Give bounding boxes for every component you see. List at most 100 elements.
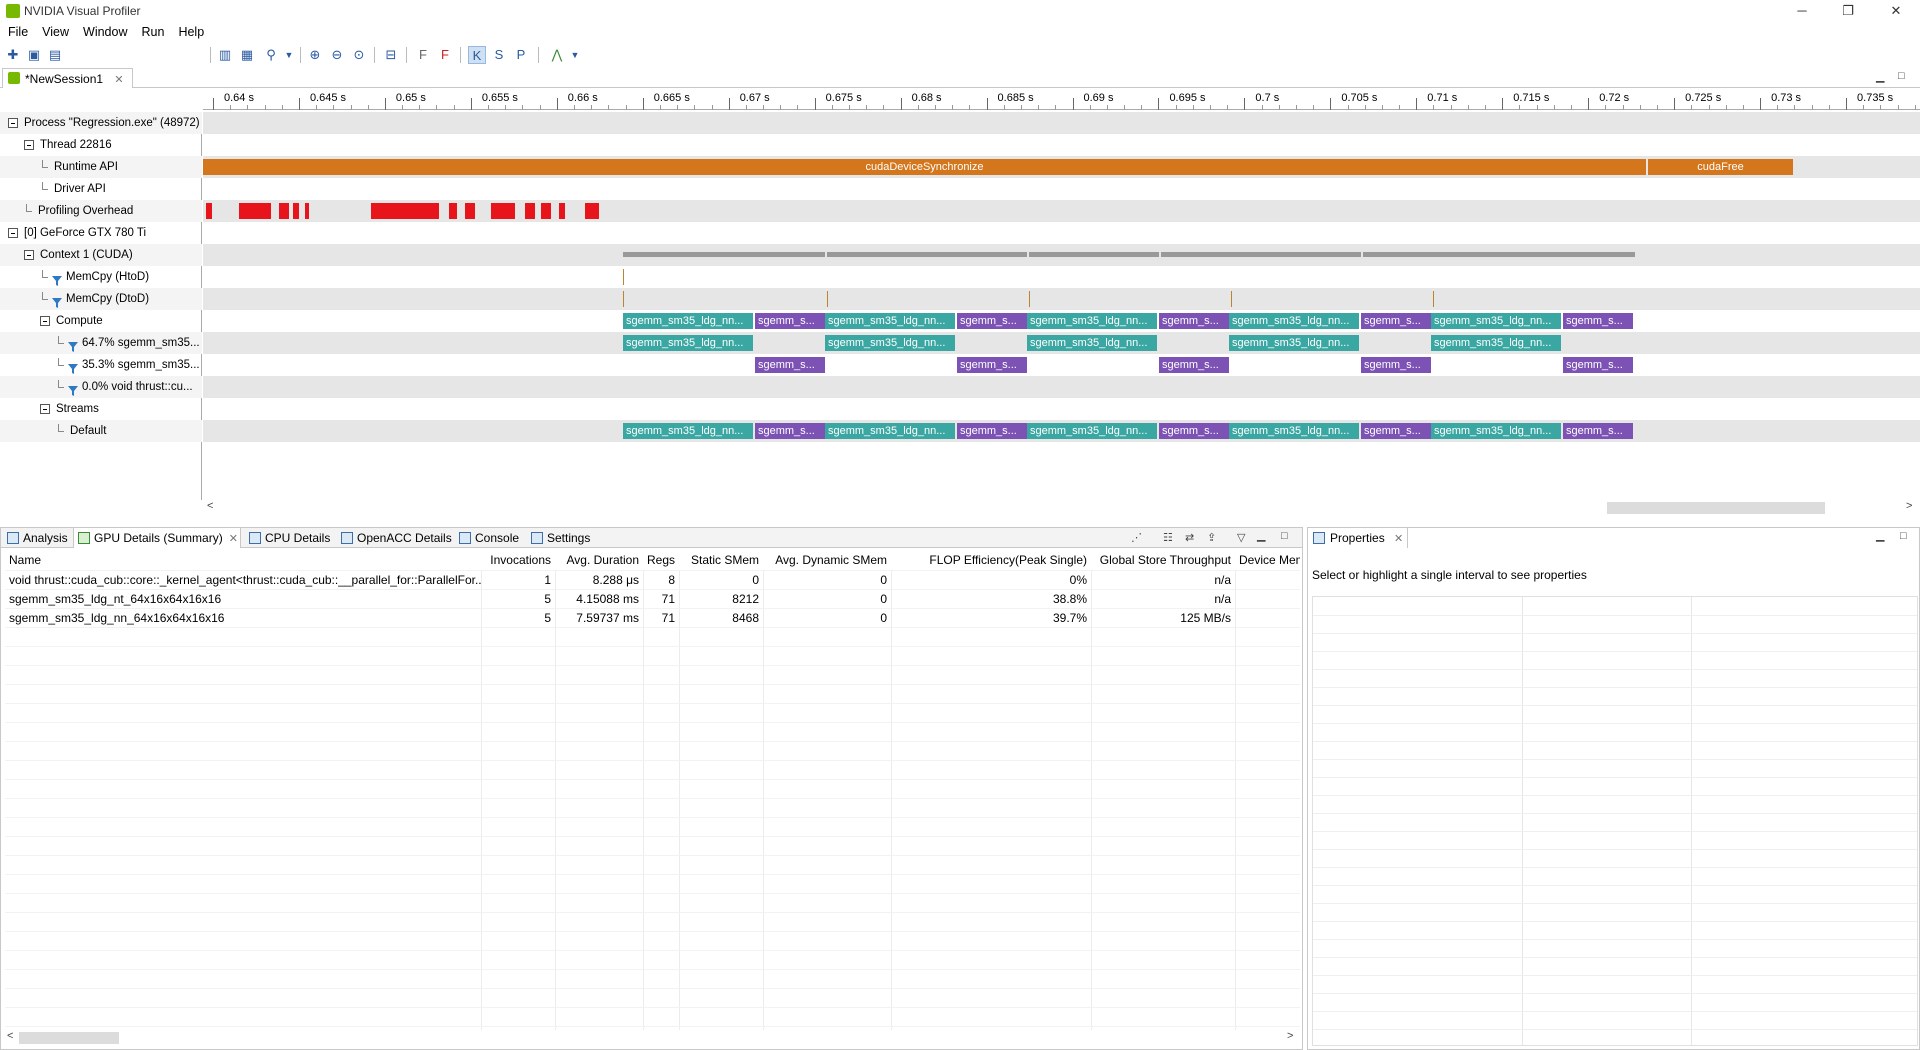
scroll-left-icon[interactable]: <: [7, 1030, 13, 1042]
timeline-row-label[interactable]: Thread 22816: [0, 134, 202, 156]
context-activity-bar[interactable]: [1363, 252, 1635, 257]
profiling-overhead-bar[interactable]: [525, 203, 535, 219]
tab-newsession1[interactable]: *NewSession1 ✕: [2, 68, 133, 88]
kernel-bar-nt[interactable]: sgemm_s...: [1563, 313, 1633, 329]
kernel-bar-nt[interactable]: sgemm_s...: [755, 423, 825, 439]
menu-help[interactable]: Help: [171, 23, 211, 41]
memcpy-marker[interactable]: [623, 269, 624, 285]
kernel-bar-nn[interactable]: sgemm_sm35_ldg_nn...: [1431, 335, 1561, 351]
new-session-icon[interactable]: ✚: [4, 46, 22, 64]
layout-icon[interactable]: ☷: [1163, 531, 1173, 544]
kernel-bar-nt[interactable]: sgemm_s...: [1159, 313, 1229, 329]
search-icon[interactable]: ⚲: [262, 46, 280, 64]
save-all-icon[interactable]: ▤: [46, 46, 64, 64]
kernel-bar-nn[interactable]: sgemm_sm35_ldg_nn...: [623, 313, 753, 329]
timeline-row-label[interactable]: MemCpy (HtoD): [0, 266, 202, 288]
filter-icon[interactable]: [52, 294, 62, 308]
collapse-toggle-icon[interactable]: [8, 118, 18, 128]
menu-view[interactable]: View: [35, 23, 76, 41]
kernel-bar-nn[interactable]: sgemm_sm35_ldg_nn...: [623, 423, 753, 439]
context-activity-bar[interactable]: [1029, 252, 1159, 257]
close-icon[interactable]: ✕: [1394, 529, 1403, 549]
profiling-overhead-bar[interactable]: [279, 203, 289, 219]
close-icon[interactable]: ✕: [114, 73, 123, 86]
profiling-overhead-bar[interactable]: [541, 203, 551, 219]
collapse-toggle-icon[interactable]: [8, 228, 18, 238]
cudadevicesynchronize-bar[interactable]: cudaDeviceSynchronize: [203, 159, 1646, 175]
profiling-overhead-bar[interactable]: [293, 203, 299, 219]
col-global-store-throughput[interactable]: Global Store Throughput: [1091, 550, 1235, 570]
tab-cpu-details[interactable]: CPU Details: [245, 528, 333, 548]
maximize-panel-icon[interactable]: □: [1898, 70, 1905, 82]
kernel-bar-nn[interactable]: sgemm_sm35_ldg_nn...: [825, 423, 955, 439]
timeline-row-label[interactable]: MemCpy (DtoD): [0, 288, 202, 310]
export-icon[interactable]: ▦: [238, 46, 256, 64]
process-mode-icon[interactable]: P: [512, 46, 530, 64]
zoom-fit-icon[interactable]: ⊙: [350, 46, 368, 64]
zoom-out-icon[interactable]: ⊖: [328, 46, 346, 64]
tab-properties[interactable]: Properties ✕: [1308, 528, 1408, 548]
col-avg-duration[interactable]: Avg. Duration: [555, 550, 643, 570]
col-device-mem[interactable]: Device Mem: [1235, 550, 1300, 570]
kernel-bar-nn[interactable]: sgemm_sm35_ldg_nn...: [1027, 423, 1157, 439]
close-icon[interactable]: ✕: [229, 529, 238, 549]
table-row[interactable]: sgemm_sm35_ldg_nt_64x16x64x16x16 5 4.15088…: [5, 590, 1300, 609]
profiling-overhead-bar[interactable]: [371, 203, 439, 219]
tab-analysis[interactable]: Analysis: [3, 528, 71, 548]
timeline-row-label[interactable]: Compute: [0, 310, 202, 332]
kernel-bar-nt[interactable]: sgemm_s...: [1361, 357, 1431, 373]
arrange-icon[interactable]: ⇄: [1185, 531, 1194, 544]
context-activity-bar[interactable]: [827, 252, 1027, 257]
kernel-bar-nn[interactable]: sgemm_sm35_ldg_nn...: [1431, 313, 1561, 329]
kernel-bar-nn[interactable]: sgemm_sm35_ldg_nn...: [1229, 313, 1359, 329]
collapse-toggle-icon[interactable]: [24, 250, 34, 260]
kernel-bar-nn[interactable]: sgemm_sm35_ldg_nn...: [1027, 335, 1157, 351]
filter-icon[interactable]: F: [414, 46, 432, 64]
timeline-row-label[interactable]: [0] GeForce GTX 780 Ti: [0, 222, 202, 244]
dependency-icon[interactable]: ⋀: [548, 46, 566, 64]
col-avg-dynamic-smem[interactable]: Avg. Dynamic SMem: [763, 550, 891, 570]
profiling-overhead-bar[interactable]: [491, 203, 515, 219]
timeline-row-label[interactable]: Process "Regression.exe" (48972): [0, 112, 202, 134]
kernel-bar-nt[interactable]: sgemm_s...: [755, 313, 825, 329]
scroll-left-icon[interactable]: <: [207, 500, 213, 512]
stream-mode-icon[interactable]: S: [490, 46, 508, 64]
table-row[interactable]: void thrust::cuda_cub::core::_kernel_age…: [5, 571, 1300, 590]
kernel-bar-nt[interactable]: sgemm_s...: [957, 423, 1027, 439]
profiling-overhead-bar[interactable]: Instrume...: [305, 203, 309, 219]
profiling-overhead-bar[interactable]: [465, 203, 475, 219]
scroll-right-icon[interactable]: >: [1906, 500, 1912, 512]
timeline-row-label[interactable]: Default: [0, 420, 202, 442]
tab-openacc-details[interactable]: OpenACC Details: [337, 528, 453, 548]
filter-icon[interactable]: [52, 272, 62, 286]
kernel-bar-nt[interactable]: sgemm_s...: [1563, 423, 1633, 439]
kernel-bar-nt[interactable]: sgemm_s...: [957, 313, 1027, 329]
profiling-overhead-bar[interactable]: [559, 203, 565, 219]
tab-settings[interactable]: Settings: [527, 528, 595, 548]
context-activity-bar[interactable]: [623, 252, 825, 257]
kernel-bar-nn[interactable]: sgemm_sm35_ldg_nn...: [1027, 313, 1157, 329]
timeline-scroll-thumb[interactable]: [1607, 502, 1825, 514]
col-name[interactable]: Name: [5, 550, 481, 570]
timeline-row-label[interactable]: Streams: [0, 398, 202, 420]
minimize-panel-icon[interactable]: ▁: [1876, 529, 1884, 542]
kernel-bar-nt[interactable]: sgemm_s...: [1159, 423, 1229, 439]
timeline-horizontal-scrollbar[interactable]: < >: [203, 500, 1920, 516]
menu-window[interactable]: Window: [76, 23, 134, 41]
kernel-bar-nt[interactable]: sgemm_s...: [957, 357, 1027, 373]
view-menu-icon[interactable]: ▽: [1237, 531, 1245, 544]
timeline-row-label[interactable]: 35.3% sgemm_sm35...: [0, 354, 202, 376]
collapse-toggle-icon[interactable]: [24, 140, 34, 150]
cudafree-bar[interactable]: cudaFree: [1648, 159, 1793, 175]
chevron-down-icon[interactable]: ▼: [566, 46, 584, 64]
memcpy-marker[interactable]: [1231, 291, 1232, 307]
timeline-row-label[interactable]: Profiling Overhead: [0, 200, 202, 222]
zoom-in-icon[interactable]: ⊕: [306, 46, 324, 64]
minimize-panel-icon[interactable]: ▁: [1876, 70, 1884, 83]
kernel-bar-nn[interactable]: sgemm_sm35_ldg_nn...: [623, 335, 753, 351]
col-invocations[interactable]: Invocations: [481, 550, 555, 570]
tab-console[interactable]: Console: [455, 528, 525, 548]
chevron-down-icon[interactable]: ▼: [280, 46, 298, 64]
memcpy-marker[interactable]: [1433, 291, 1434, 307]
table-scroll-thumb[interactable]: [19, 1032, 119, 1044]
